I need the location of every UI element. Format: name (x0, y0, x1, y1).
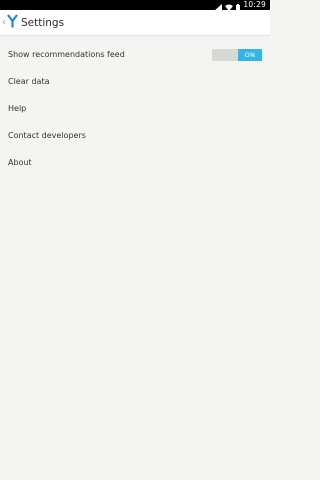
settings-item-label: Clear data (8, 77, 50, 86)
settings-item-label: Show recommendations feed (8, 50, 125, 59)
recommendations-toggle[interactable]: ON (212, 48, 262, 61)
settings-list: Show recommendations feed ON Clear data … (0, 41, 270, 176)
up-button[interactable]: ‹ (0, 10, 21, 36)
toggle-state: ON (238, 48, 262, 61)
settings-item-help[interactable]: Help (0, 95, 270, 122)
status-bar: 10:29 (0, 0, 270, 11)
status-time: 10:29 (243, 0, 266, 9)
yandex-y-logo (7, 13, 18, 32)
settings-item-contact-developers[interactable]: Contact developers (0, 122, 270, 149)
settings-item-label: Contact developers (8, 131, 86, 140)
page-title: Settings (21, 16, 65, 29)
action-bar: ‹ Settings (0, 10, 270, 36)
settings-item-clear-data[interactable]: Clear data (0, 68, 270, 95)
settings-item-label: About (8, 158, 32, 167)
settings-item-label: Help (8, 104, 27, 113)
chevron-left-icon: ‹ (2, 16, 6, 28)
settings-item-recommendations-feed[interactable]: Show recommendations feed ON (0, 41, 270, 68)
settings-item-about[interactable]: About (0, 149, 270, 176)
